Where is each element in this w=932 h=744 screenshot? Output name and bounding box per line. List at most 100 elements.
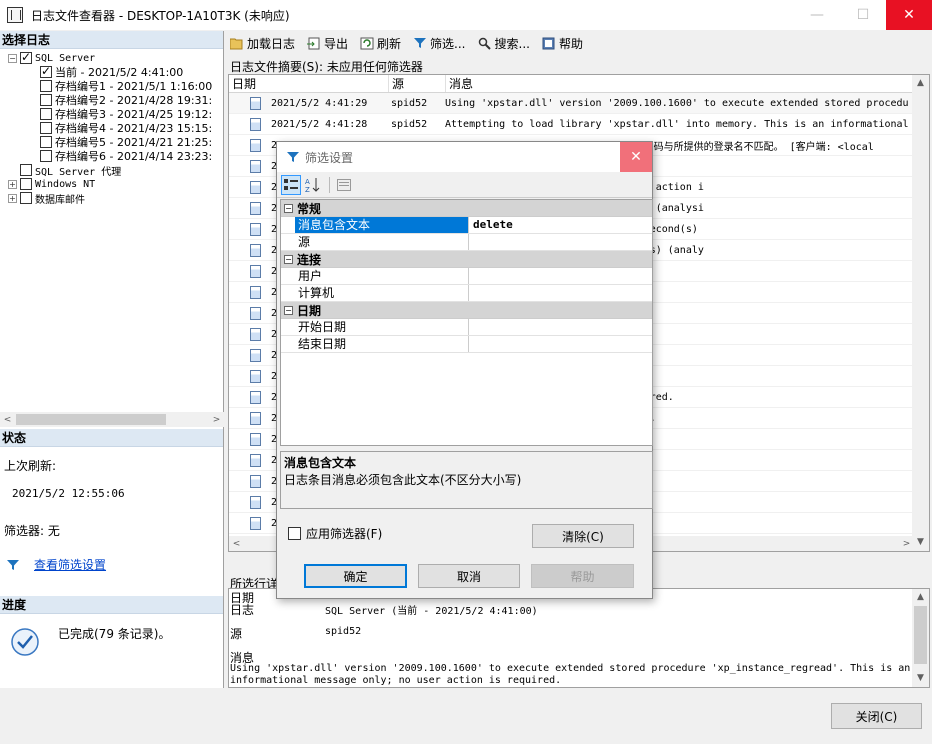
log-checkbox[interactable] [40, 94, 52, 106]
scroll-thumb[interactable] [914, 606, 927, 664]
log-checkbox[interactable] [40, 150, 52, 162]
category-label: 常规 [297, 201, 322, 216]
property-value-input[interactable] [469, 285, 652, 301]
scroll-right-icon[interactable]: > [899, 539, 914, 549]
property-pages-button[interactable] [334, 175, 354, 195]
load-log-button[interactable]: 加载日志 [226, 35, 295, 52]
property-category[interactable]: − 连接 [281, 251, 652, 268]
scroll-down-icon[interactable]: ▼ [912, 534, 929, 551]
tree-node[interactable]: + 数据库邮件 [8, 191, 85, 206]
log-entry-icon [250, 432, 261, 446]
scroll-down-icon[interactable]: ▼ [912, 670, 929, 687]
property-pages-icon [337, 178, 351, 191]
collapse-icon[interactable]: − [284, 203, 293, 213]
log-entry-icon [250, 285, 261, 299]
log-checkbox[interactable] [40, 80, 52, 92]
log-checkbox[interactable] [40, 122, 52, 134]
ok-button[interactable]: 确定 [304, 564, 407, 588]
grid-header: 日期 源 消息 [229, 75, 929, 93]
log-checkbox[interactable] [40, 108, 52, 120]
search-button[interactable]: 搜索... [474, 35, 530, 52]
scroll-thumb[interactable] [16, 414, 166, 425]
tree-node[interactable]: 存档编号4 - 2021/4/23 15:15: [40, 121, 212, 135]
property-row[interactable]: 用户 [281, 268, 652, 285]
collapse-icon[interactable]: − [284, 305, 293, 315]
scroll-left-icon[interactable]: < [0, 415, 15, 425]
property-row[interactable]: 消息包含文本 delete [281, 217, 652, 234]
property-row[interactable]: 开始日期 [281, 319, 652, 336]
left-pane: 选择日志 −SQL Server当前 - 2021/5/2 4:41:00存档编… [0, 31, 224, 688]
tree-node[interactable]: − SQL Server [8, 50, 95, 65]
categorized-view-button[interactable] [281, 174, 301, 195]
help-button[interactable]: 帮助 [538, 35, 583, 52]
export-button[interactable]: 导出 [303, 35, 348, 52]
filter-icon [7, 559, 19, 570]
property-category[interactable]: − 常规 [281, 200, 652, 217]
minimize-button[interactable]: — [794, 0, 840, 30]
tree-node[interactable]: 存档编号6 - 2021/4/14 23:23: [40, 149, 212, 163]
categorized-icon [284, 178, 298, 190]
tree-node[interactable]: 当前 - 2021/5/2 4:41:00 [40, 64, 183, 79]
table-row[interactable]: 2021/5/2 4:41:28 spid52 Attempting to load… [229, 114, 929, 135]
description-text: 日志条目消息必须包含此文本(不区分大小写) [284, 473, 522, 487]
log-checkbox[interactable] [20, 50, 32, 64]
tree-node[interactable]: + Windows NT [8, 177, 95, 191]
log-checkbox[interactable] [20, 164, 32, 176]
maximize-button[interactable]: ☐ [840, 0, 886, 30]
tree-hscrollbar[interactable]: < > [0, 412, 224, 427]
collapse-icon[interactable]: − [8, 53, 17, 63]
detail-log-value: SQL Server (当前 - 2021/5/2 4:41:00) [325, 606, 538, 617]
apply-filter-label: 应用筛选器(F) [306, 527, 383, 541]
cancel-button[interactable]: 取消 [418, 564, 520, 588]
property-value-input[interactable] [469, 319, 652, 335]
property-row[interactable]: 源 [281, 234, 652, 251]
progress-text: 已完成(79 条记录)。 [58, 627, 171, 641]
dialog-close-button[interactable]: ✕ [620, 142, 652, 172]
collapse-icon[interactable]: − [284, 254, 293, 264]
property-row[interactable]: 结束日期 [281, 336, 652, 353]
refresh-button[interactable]: 刷新 [356, 35, 401, 52]
refresh-label: 刷新 [377, 36, 402, 51]
help-dialog-button[interactable]: 帮助 [531, 564, 634, 588]
close-button[interactable]: 关闭(C) [831, 703, 922, 729]
col-source-header[interactable]: 源 [389, 75, 446, 92]
property-description: 消息包含文本 日志条目消息必须包含此文本(不区分大小写) [280, 451, 653, 509]
alphabetical-view-button[interactable]: AZ [303, 175, 323, 195]
view-filter-settings-link[interactable]: 查看筛选设置 [34, 556, 106, 573]
property-row[interactable]: 计算机 [281, 285, 652, 302]
log-checkbox[interactable] [20, 192, 32, 204]
expand-icon[interactable]: + [8, 179, 17, 189]
detail-vscrollbar[interactable]: ▲ ▼ [912, 589, 929, 687]
clear-button[interactable]: 清除(C) [532, 524, 634, 548]
log-entry-icon [250, 474, 261, 488]
scroll-up-icon[interactable]: ▲ [912, 589, 929, 606]
scroll-left-icon[interactable]: < [229, 539, 244, 549]
property-value-input[interactable] [469, 268, 652, 284]
filter-button[interactable]: 筛选... [409, 35, 466, 52]
scroll-up-icon[interactable]: ▲ [912, 75, 929, 92]
tree-node[interactable]: 存档编号2 - 2021/4/28 19:31: [40, 93, 212, 107]
filter-icon [414, 37, 427, 48]
grid-vscrollbar[interactable]: ▲ ▼ [912, 75, 929, 551]
property-value-input[interactable]: delete [469, 217, 652, 233]
property-value-input[interactable] [469, 234, 652, 250]
tree-node[interactable]: 存档编号5 - 2021/4/21 21:25: [40, 135, 212, 149]
log-checkbox[interactable] [20, 178, 32, 190]
property-category[interactable]: − 日期 [281, 302, 652, 319]
log-checkbox[interactable] [40, 136, 52, 148]
close-window-button[interactable]: ✕ [886, 0, 932, 30]
col-message-header[interactable]: 消息 [446, 75, 929, 92]
scroll-right-icon[interactable]: > [209, 415, 224, 425]
row-date: 2021/5/2 4:41:29 [271, 97, 368, 109]
apply-filter-checkbox[interactable] [288, 527, 301, 540]
log-checkbox[interactable] [40, 64, 52, 78]
col-date-header[interactable]: 日期 [229, 75, 389, 92]
table-row[interactable]: 2021/5/2 4:41:29 spid52 Using 'xpstar.dll'… [229, 93, 929, 114]
tree-node[interactable]: 存档编号1 - 2021/5/1 1:16:00 [40, 79, 212, 93]
tree-node[interactable]: +SQL Server 代理 [8, 163, 121, 178]
tree-node[interactable]: 存档编号3 - 2021/4/25 19:12: [40, 107, 212, 121]
property-value-input[interactable] [469, 336, 652, 352]
detail-message-line2: informational message only; no user acti… [230, 675, 562, 686]
log-entry-icon [250, 138, 261, 152]
expand-icon[interactable]: + [8, 193, 17, 203]
